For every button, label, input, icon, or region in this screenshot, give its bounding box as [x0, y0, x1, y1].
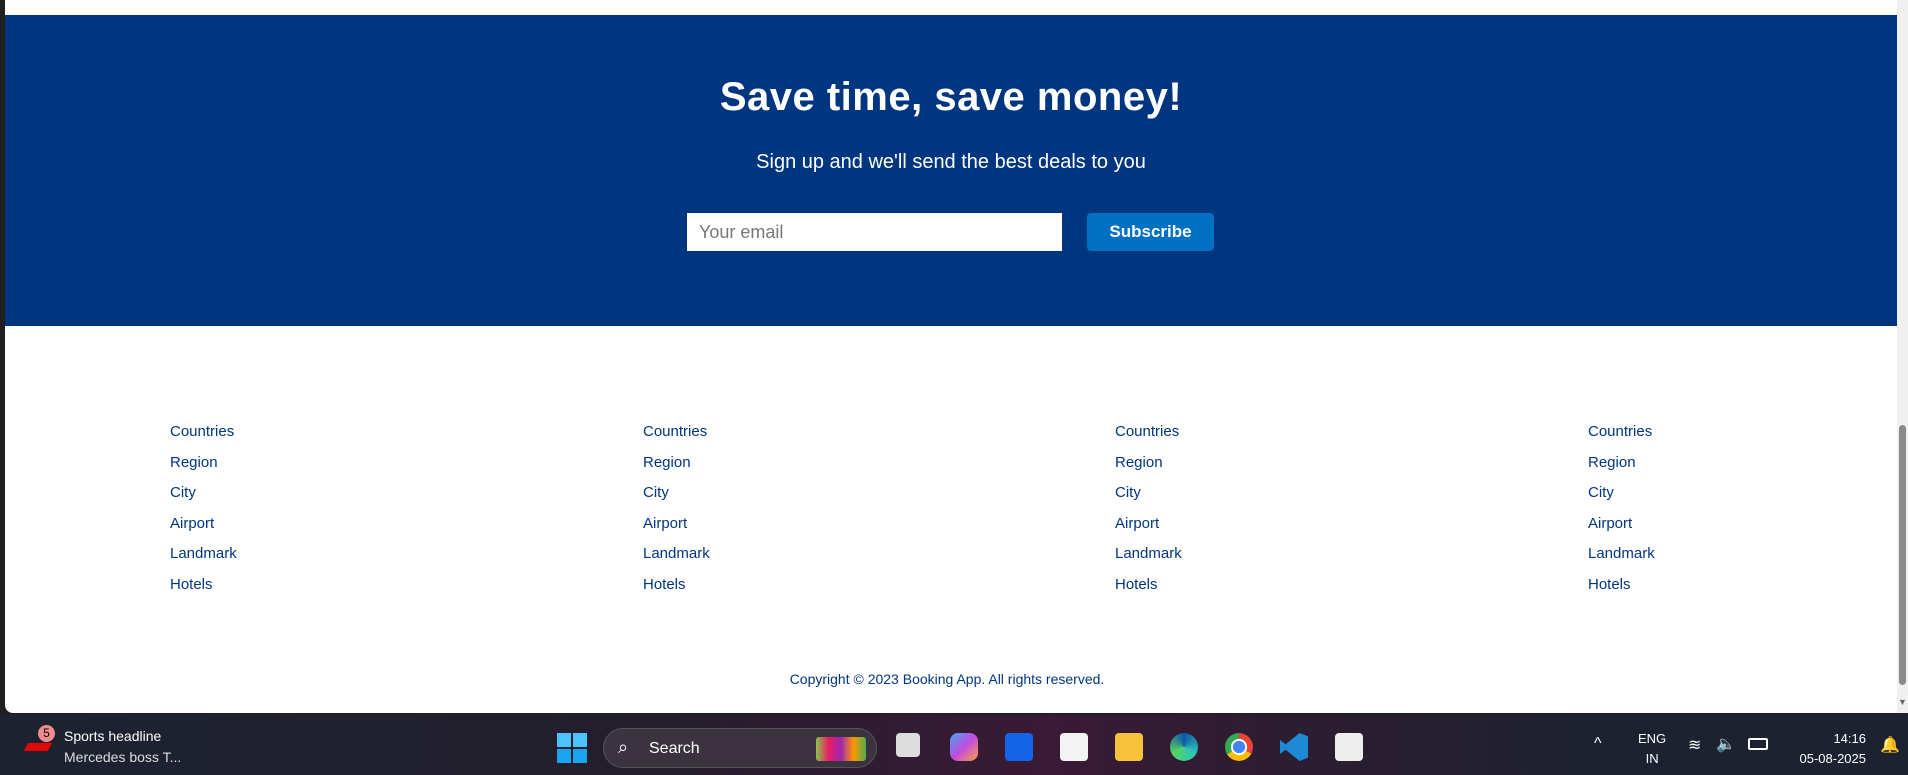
wifi-icon[interactable]: ≋ [1688, 735, 1701, 755]
footer-link-city[interactable]: City [1588, 484, 1655, 515]
footer-link-landmark[interactable]: Landmark [1115, 545, 1182, 576]
footer-column: Countries Region City Airport Landmark Hotels [1588, 423, 1655, 606]
battery-icon[interactable] [1748, 738, 1768, 750]
file-explorer-icon[interactable] [1115, 733, 1143, 761]
newsletter-section: Save time, save money! Sign up and we'll… [5, 15, 1897, 326]
footer-link-airport[interactable]: Airport [1588, 515, 1655, 546]
scroll-down-arrow[interactable]: ▼ [1898, 697, 1907, 707]
footer-link-hotels[interactable]: Hotels [1115, 576, 1182, 607]
news-title[interactable]: Sports headline [64, 728, 161, 744]
lang-bottom: IN [1645, 751, 1659, 766]
copilot-icon[interactable] [950, 733, 978, 761]
volume-icon[interactable]: 🔈 [1716, 734, 1736, 754]
clock[interactable]: 14:16 05-08-2025 [1786, 729, 1867, 769]
notification-bell-icon[interactable]: 🔔 [1880, 735, 1900, 755]
scrollbar-thumb[interactable] [1899, 425, 1906, 685]
language-indicator[interactable]: ENG IN [1638, 729, 1666, 769]
footer-link-city[interactable]: City [1115, 484, 1182, 515]
search-icon: ⌕ [618, 737, 629, 757]
news-badge: 5 [38, 725, 55, 742]
footer-link-countries[interactable]: Countries [1588, 423, 1655, 454]
footer-link-region[interactable]: Region [1588, 454, 1655, 485]
start-windows-icon[interactable] [557, 733, 587, 763]
footer-link-countries[interactable]: Countries [170, 423, 237, 454]
scrollbar[interactable]: ▼ [1897, 0, 1908, 713]
footer-column: Countries Region City Airport Landmark Hotels [1115, 423, 1182, 606]
footer-link-countries[interactable]: Countries [643, 423, 710, 454]
time: 14:16 [1833, 731, 1866, 746]
footer-link-hotels[interactable]: Hotels [643, 576, 710, 607]
footer-link-landmark[interactable]: Landmark [643, 545, 710, 576]
footer-column: Countries Region City Airport Landmark Hotels [170, 423, 237, 606]
footer-link-hotels[interactable]: Hotels [1588, 576, 1655, 607]
subscribe-button[interactable]: Subscribe [1087, 213, 1214, 251]
ai-app-icon[interactable] [1005, 733, 1033, 761]
task-view-icon[interactable] [896, 733, 920, 757]
news-widget-icon[interactable]: 5 [23, 725, 55, 755]
lang-top: ENG [1638, 731, 1667, 746]
news-subtitle[interactable]: Mercedes boss T... [64, 749, 181, 765]
chrome-icon[interactable] [1225, 733, 1253, 761]
footer-link-region[interactable]: Region [1115, 454, 1182, 485]
browser-page: Save time, save money! Sign up and we'll… [5, 0, 1897, 713]
email-input[interactable] [687, 213, 1062, 251]
footer-link-landmark[interactable]: Landmark [170, 545, 237, 576]
footer-link-airport[interactable]: Airport [643, 515, 710, 546]
copyright: Copyright © 2023 Booking App. All rights… [789, 671, 1105, 687]
footer-link-hotels[interactable]: Hotels [170, 576, 237, 607]
footer-link-landmark[interactable]: Landmark [1588, 545, 1655, 576]
snipping-tool-icon[interactable] [1335, 733, 1363, 761]
footer-link-countries[interactable]: Countries [1115, 423, 1182, 454]
taskbar: 5 Sports headline Mercedes boss T... ⌕ S… [0, 715, 1908, 775]
footer-link-city[interactable]: City [643, 484, 710, 515]
footer-link-region[interactable]: Region [170, 454, 237, 485]
search-label: Search [649, 740, 700, 757]
search-box[interactable]: ⌕ Search [603, 728, 877, 768]
footer-link-airport[interactable]: Airport [1115, 515, 1182, 546]
footer-link-region[interactable]: Region [643, 454, 710, 485]
vscode-icon[interactable] [1280, 733, 1308, 761]
date: 05-08-2025 [1799, 751, 1867, 766]
newsletter-subtitle: Sign up and we'll send the best deals to… [756, 151, 1146, 173]
footer-column: Countries Region City Airport Landmark Hotels [643, 423, 710, 606]
newsletter-title: Save time, save money! [719, 75, 1183, 119]
footer-link-airport[interactable]: Airport [170, 515, 237, 546]
footer-link-city[interactable]: City [170, 484, 237, 515]
edge-icon[interactable] [1170, 733, 1198, 761]
show-hidden-icons[interactable]: ^ [1594, 735, 1602, 753]
microsoft-store-icon[interactable] [1060, 733, 1088, 761]
books-icon [816, 737, 866, 761]
